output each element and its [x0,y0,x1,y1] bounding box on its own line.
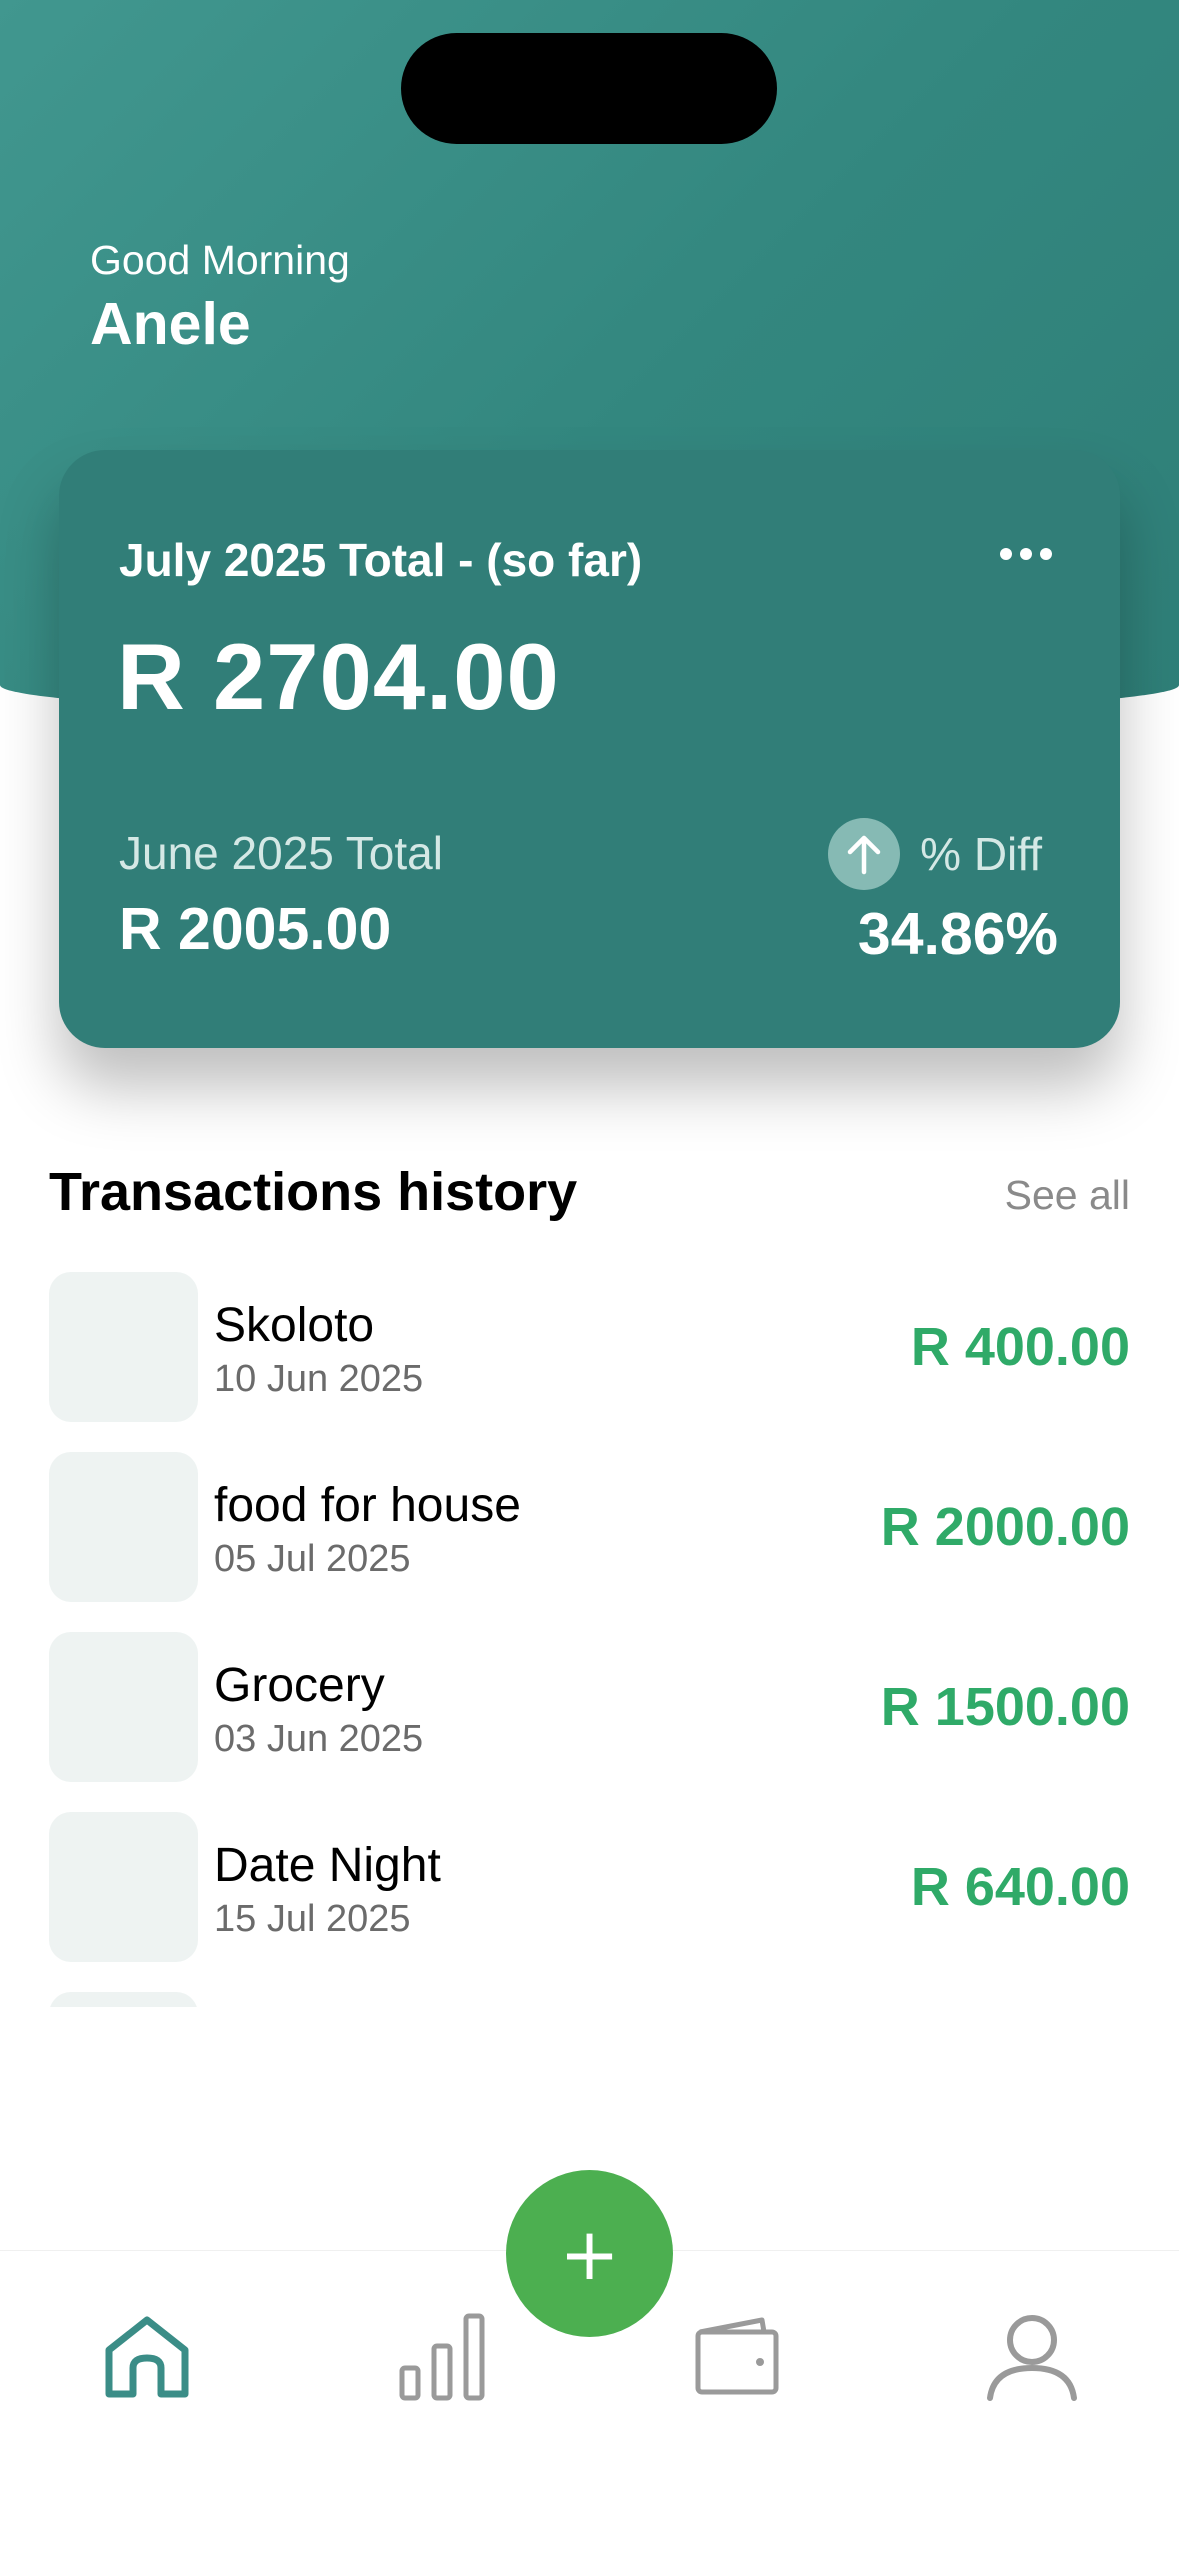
transactions-title: Transactions history [49,1162,578,1222]
transaction-name: Grocery [214,1659,385,1712]
transaction-date: 05 Jul 2025 [214,1538,411,1580]
card-title: July 2025 Total - (so far) [119,534,643,586]
transaction-date: 10 Jun 2025 [214,1358,424,1400]
transactions-list[interactable]: Skoloto 10 Jun 2025 R 400.00 food for ho… [49,1272,1130,2007]
transaction-date: 15 Jul 2025 [214,1898,411,1940]
wallet-icon[interactable] [688,2306,788,2406]
transaction-thumbnail [49,1272,198,1422]
transaction-name: Skoloto [214,1299,375,1352]
transaction-amount: R 2000.00 [880,1497,1130,1557]
bar-chart-icon[interactable] [392,2306,492,2406]
dynamic-island [401,33,777,144]
diff-percentage: 34.86% [857,901,1058,967]
transaction-amount: R 1500.00 [880,1677,1130,1737]
transaction-thumbnail [49,1452,198,1602]
plus-icon: + [559,2211,620,2296]
previous-month-label: June 2025 Total [119,827,443,879]
transaction-row[interactable]: Skoloto 10 Jun 2025 R 400.00 [49,1272,1130,1422]
transaction-thumbnail [49,1992,198,2007]
transaction-row[interactable]: food for house 05 Jul 2025 R 2000.00 [49,1452,1130,1602]
transaction-amount: R 400.00 [910,1317,1130,1377]
monthly-summary-card: July 2025 Total - (so far) R 2704.00 Jun… [59,450,1120,1048]
transaction-name: food for house [214,1479,521,1532]
transaction-date: 03 Jun 2025 [214,1718,424,1760]
greeting-text: Good Morning [90,237,350,283]
user-name: Anele [90,291,251,357]
current-month-total: R 2704.00 [117,624,560,729]
transaction-name: Date Night [214,1839,441,1892]
transaction-row[interactable]: Grocery 03 Jun 2025 R 1500.00 [49,1632,1130,1782]
previous-month-total: R 2005.00 [119,896,392,962]
home-icon[interactable] [97,2306,197,2406]
see-all-link[interactable]: See all [1005,1175,1130,1216]
add-transaction-button[interactable]: + [506,2170,673,2337]
arrow-up-icon [828,818,901,890]
transaction-row-partial[interactable] [49,1992,1130,2007]
transaction-thumbnail [49,1632,198,1782]
transaction-thumbnail [49,1812,198,1962]
transaction-row[interactable]: Date Night 15 Jul 2025 R 640.00 [49,1812,1130,1962]
diff-header: % Diff [828,818,1042,890]
transaction-amount: R 640.00 [910,1857,1130,1917]
ellipsis-icon[interactable] [1000,542,1052,566]
profile-icon[interactable] [982,2306,1082,2406]
diff-label: % Diff [920,828,1042,880]
